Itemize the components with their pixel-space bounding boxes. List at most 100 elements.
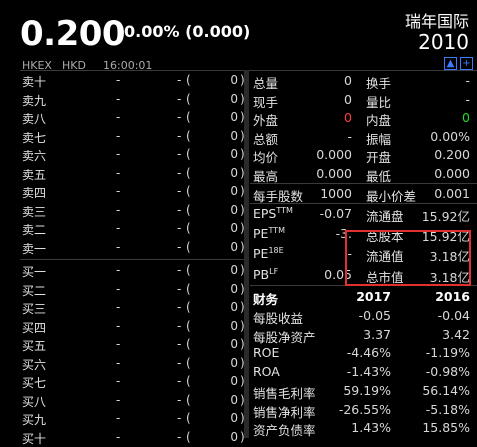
- price-change: 0.00% (0.000): [124, 22, 251, 41]
- level-close-paren: ): [240, 318, 245, 333]
- highlight-box: [345, 230, 471, 286]
- valuation-label: PE18E: [253, 246, 284, 261]
- buy-level-row[interactable]: 买九 - -(0): [22, 409, 245, 427]
- valuation-row: EPSTTM -0.07 流通盘 15.92亿: [253, 204, 473, 224]
- valuation-value: -0.07: [319, 206, 352, 221]
- buy-level-row[interactable]: 买十 - -(0): [22, 428, 245, 446]
- valuation-period: LF: [269, 266, 279, 276]
- buy-level-row[interactable]: 买四 - -(0): [22, 317, 245, 335]
- sell-level-row[interactable]: 卖二 - -(0): [22, 219, 245, 237]
- metric-2016: -0.98%: [425, 364, 470, 380]
- financials-header: 财务 2017 2016: [253, 287, 473, 307]
- level-label: 卖一: [22, 241, 47, 256]
- metric-2017: -26.55%: [338, 401, 391, 417]
- level-close-paren: ): [240, 263, 245, 277]
- level-dash: -: [177, 392, 182, 407]
- level-open-paren: (: [186, 239, 191, 254]
- level-label: 买四: [22, 320, 47, 335]
- level-dash: -: [177, 318, 182, 333]
- valuation-value-2: 15.92亿: [421, 209, 470, 224]
- stat-value: 0.000: [316, 166, 352, 181]
- sell-level-row[interactable]: 卖十 - -(0): [22, 71, 245, 89]
- level-close-paren: ): [240, 429, 245, 444]
- level-label: 卖九: [22, 93, 47, 108]
- level-open-paren: (: [186, 337, 191, 351]
- panel-splitter[interactable]: [244, 70, 249, 438]
- level-close-paren: ): [240, 128, 245, 143]
- level-price: -: [116, 128, 121, 143]
- sell-level-row[interactable]: 卖八 - -(0): [22, 108, 245, 126]
- buy-level-row[interactable]: 买六 - -(0): [22, 354, 245, 372]
- level-close-paren: ): [240, 221, 245, 235]
- level-dash: -: [177, 263, 182, 277]
- level-quantity: 0: [230, 429, 238, 444]
- level-price: -: [116, 263, 121, 277]
- metric-2016: 15.85%: [422, 420, 470, 436]
- buy-level-row[interactable]: 买八 - -(0): [22, 391, 245, 409]
- level-quantity: 0: [230, 128, 238, 143]
- sell-level-row[interactable]: 卖六 - -(0): [22, 145, 245, 163]
- level-price: -: [116, 110, 121, 124]
- orderbook-divider: [20, 259, 244, 260]
- level-price: -: [116, 392, 121, 407]
- level-open-paren: (: [186, 318, 191, 333]
- level-quantity: 0: [230, 165, 238, 180]
- sell-level-row[interactable]: 卖七 - -(0): [22, 127, 245, 145]
- metric-2016: -5.18%: [425, 401, 470, 417]
- valuation-name: PE: [253, 246, 269, 262]
- stat-value: 0.000: [316, 147, 352, 163]
- stat-value: 0: [344, 91, 352, 107]
- level-dash: -: [177, 429, 182, 444]
- sell-level-row[interactable]: 卖三 - -(0): [22, 201, 245, 219]
- financials-row: 销售净利率 -26.55% -5.18%: [253, 400, 473, 420]
- stat-value: -: [465, 91, 470, 107]
- level-open-paren: (: [186, 374, 191, 388]
- level-close-paren: ): [240, 355, 245, 370]
- stat-row: 现手 0 量比 -: [253, 90, 473, 110]
- level-quantity: 0: [230, 263, 238, 277]
- level-label: 买九: [22, 413, 47, 427]
- level-open-paren: (: [186, 411, 191, 425]
- buy-level-row[interactable]: 买三 - -(0): [22, 298, 245, 316]
- buy-level-row[interactable]: 买五 - -(0): [22, 335, 245, 353]
- sell-level-row[interactable]: 卖五 - -(0): [22, 164, 245, 182]
- level-price: -: [116, 184, 121, 198]
- level-open-paren: (: [186, 263, 191, 277]
- stat-value: 0: [344, 110, 352, 126]
- level-price: -: [116, 355, 121, 370]
- metric-2017: 3.37: [363, 326, 391, 342]
- flag-icon[interactable]: ▲: [444, 57, 457, 70]
- level-price: -: [116, 165, 121, 180]
- level-open-paren: (: [186, 392, 191, 407]
- buy-level-row[interactable]: 买二 - -(0): [22, 280, 245, 298]
- level-dash: -: [177, 281, 182, 296]
- level-open-paren: (: [186, 221, 191, 235]
- level-close-paren: ): [240, 300, 245, 314]
- buy-level-row[interactable]: 买七 - -(0): [22, 372, 245, 390]
- level-label: 卖六: [22, 149, 47, 163]
- level-label: 买一: [22, 265, 47, 279]
- stat-row: 总量 0 换手 -: [253, 71, 473, 91]
- level-price: -: [116, 337, 121, 351]
- sell-level-row[interactable]: 卖一 - -(0): [22, 238, 245, 256]
- level-quantity: 0: [230, 147, 238, 161]
- level-price: -: [116, 221, 121, 235]
- level-label: 买七: [22, 376, 47, 390]
- level-dash: -: [177, 374, 182, 388]
- financials-row: ROE -4.46% -1.19%: [253, 343, 473, 362]
- metric-label: ROA: [253, 364, 280, 380]
- stat-value: -: [347, 128, 352, 144]
- level-label: 卖五: [22, 167, 47, 182]
- plus-icon[interactable]: +: [460, 57, 473, 70]
- buy-level-row[interactable]: 买一 - -(0): [22, 261, 245, 279]
- level-open-paren: (: [186, 355, 191, 370]
- level-label: 卖十: [22, 75, 47, 89]
- valuation-label: EPSTTM: [253, 206, 293, 221]
- sell-level-row[interactable]: 卖九 - -(0): [22, 90, 245, 108]
- level-quantity: 0: [230, 300, 238, 314]
- level-dash: -: [177, 91, 182, 106]
- stock-code: 2010: [418, 30, 469, 54]
- sell-level-row[interactable]: 卖四 - -(0): [22, 182, 245, 200]
- level-quantity: 0: [230, 355, 238, 370]
- level-label: 卖二: [22, 223, 47, 237]
